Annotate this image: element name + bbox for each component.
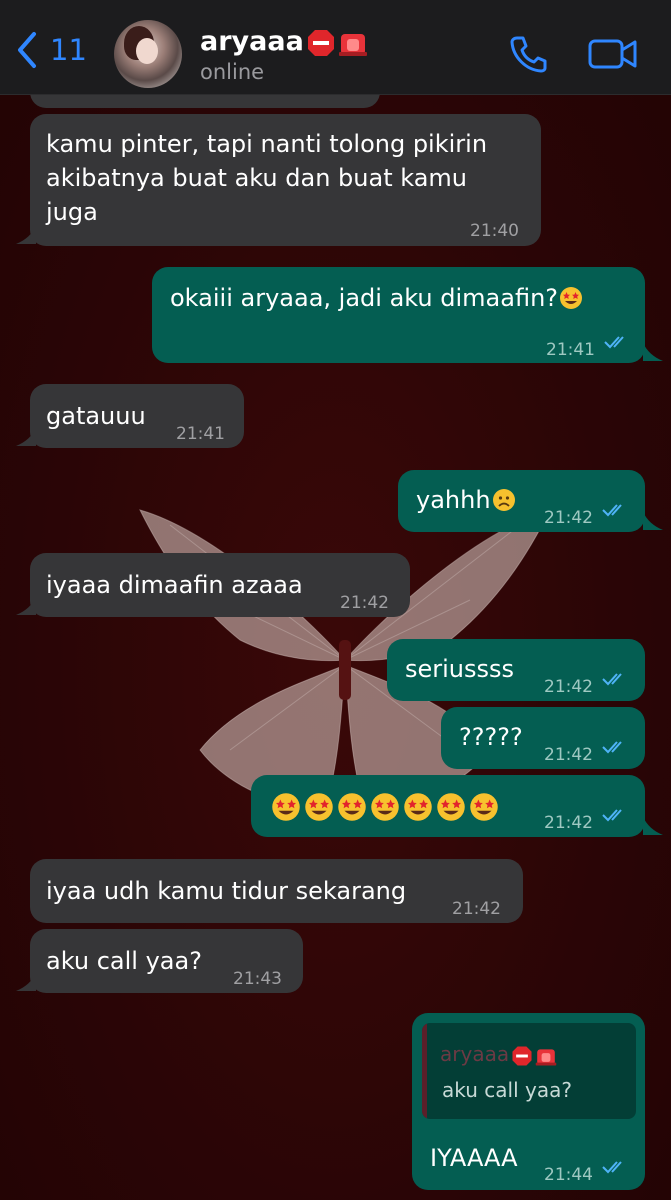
reply-sender-name: aryaaa — [440, 1042, 510, 1066]
star-struck-emoji — [437, 793, 465, 821]
double-check-icon — [602, 673, 622, 686]
reply-text: aku call yaa? — [442, 1078, 572, 1102]
message-bubble-outgoing-reply[interactable]: aryaaa aku call yaa? IYAAAA 21:44 — [412, 1013, 645, 1190]
message-bubble-outgoing[interactable]: seriussss 21:42 — [387, 639, 645, 701]
double-check-icon — [602, 1161, 622, 1174]
contact-name-block[interactable]: aryaaa — [200, 26, 368, 58]
double-check-icon — [602, 741, 622, 754]
back-button[interactable]: 11 — [14, 30, 87, 70]
chevron-left-icon — [18, 32, 36, 68]
star-struck-emoji — [560, 287, 583, 309]
message-bubble-outgoing[interactable]: 21:42 — [251, 775, 645, 837]
star-struck-emoji — [305, 793, 333, 821]
police-light-emoji — [535, 1048, 557, 1066]
quoted-reply[interactable]: aryaaa aku call yaa? — [422, 1023, 636, 1119]
double-check-icon — [604, 336, 624, 349]
bubble-tail — [16, 597, 36, 615]
message-bubble-incoming[interactable]: iyaa udh kamu tidur sekarang 21:42 — [30, 859, 523, 923]
message-text: ????? — [459, 723, 523, 751]
message-time: 21:40 — [470, 221, 519, 241]
stop-sign-emoji — [512, 1045, 532, 1066]
reply-accent-bar — [422, 1023, 427, 1119]
phone-icon[interactable] — [508, 34, 548, 74]
message-text: seriussss — [405, 655, 515, 683]
bubble-tail — [643, 343, 663, 361]
message-bubble-incoming[interactable]: kamu pinter, tapi nanti tolong pikirin a… — [30, 114, 541, 246]
star-struck-emoji — [404, 793, 432, 821]
message-text: gatauuu — [46, 402, 146, 430]
contact-name: aryaaa — [200, 26, 304, 57]
message-bubble-incoming[interactable]: iyaaa dimaafin azaaa 21:42 — [30, 553, 410, 617]
message-bubble-outgoing[interactable]: yahhh 21:42 — [398, 470, 645, 532]
message-time: 21:42 — [544, 508, 593, 528]
bubble-tail — [16, 428, 36, 446]
star-struck-emoji — [470, 793, 498, 821]
message-text: iyaa udh kamu tidur sekarang — [46, 877, 407, 905]
message-bubble-incoming[interactable]: gatauuu 21:41 — [30, 384, 244, 448]
message-text: kamu pinter, tapi nanti tolong pikirin a… — [46, 130, 488, 226]
message-text: IYAAAA — [430, 1144, 518, 1172]
message-bubble-outgoing[interactable]: okaiii aryaaa, jadi aku dimaafin? 21:41 — [152, 267, 645, 363]
message-text-row: okaiii aryaaa, jadi aku dimaafin? — [170, 281, 583, 315]
star-struck-emoji — [338, 793, 366, 821]
message-bubble-incoming[interactable]: aku call yaa? 21:43 — [30, 929, 303, 993]
message-text-row: yahhh — [416, 483, 516, 517]
police-light-emoji — [338, 33, 367, 56]
bubble-tail — [643, 512, 663, 530]
bubble-tail — [16, 226, 36, 244]
stop-sign-emoji — [307, 29, 334, 56]
contact-status: online — [200, 60, 265, 84]
message-text: yahhh — [416, 486, 491, 514]
bubble-tail — [643, 817, 663, 835]
message-text: okaiii aryaaa, jadi aku dimaafin? — [170, 284, 559, 312]
bubble-tail — [16, 973, 36, 991]
avatar[interactable] — [114, 20, 182, 88]
message-time: 21:41 — [176, 424, 225, 444]
message-time: 21:42 — [452, 899, 501, 919]
video-camera-icon[interactable] — [588, 38, 638, 70]
message-time: 21:42 — [544, 677, 593, 697]
emoji-row — [271, 792, 499, 822]
message-time: 21:43 — [233, 969, 282, 989]
message-time: 21:42 — [340, 593, 389, 613]
unread-count: 11 — [50, 33, 87, 67]
double-check-icon — [602, 504, 622, 517]
star-struck-emoji — [272, 793, 300, 821]
double-check-icon — [602, 809, 622, 822]
chat-header: 11 aryaaa online — [0, 0, 671, 95]
reply-sender-row: aryaaa — [440, 1037, 557, 1071]
message-time: 21:41 — [546, 340, 595, 360]
message-time: 21:44 — [544, 1165, 593, 1185]
message-time: 21:42 — [544, 813, 593, 833]
star-struck-emoji — [371, 793, 399, 821]
message-time: 21:42 — [544, 745, 593, 765]
message-bubble-outgoing[interactable]: ????? 21:42 — [441, 707, 645, 769]
message-text: iyaaa dimaafin azaaa — [46, 571, 303, 599]
frowning-emoji — [492, 489, 515, 511]
message-text: aku call yaa? — [46, 947, 202, 975]
